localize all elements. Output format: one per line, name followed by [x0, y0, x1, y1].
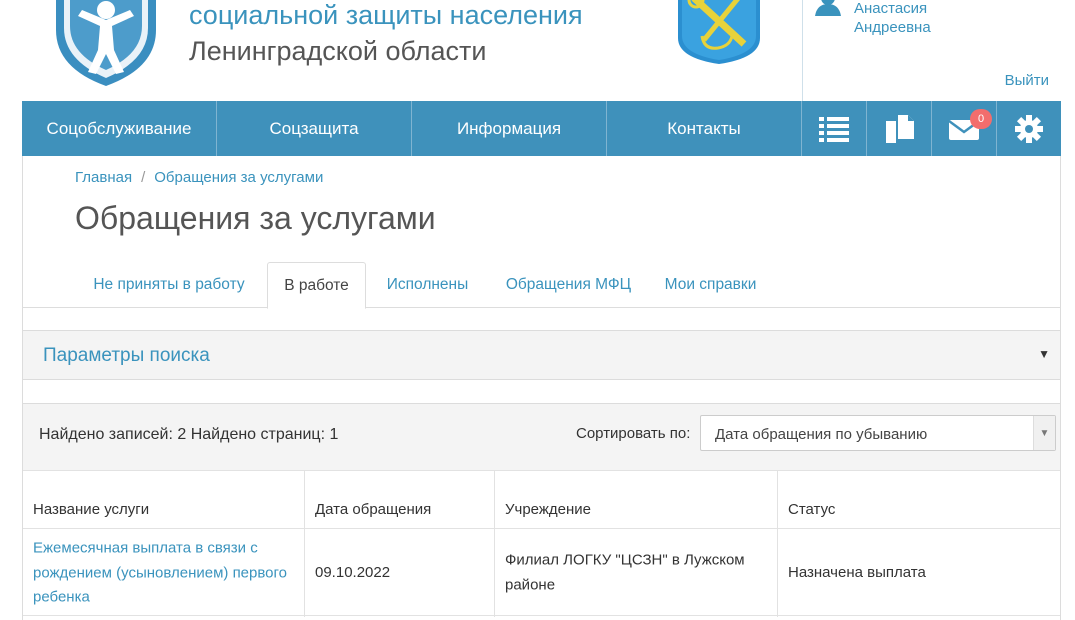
column-header-service: Название услуги: [23, 471, 305, 528]
service-link[interactable]: Ежемесячная выплата в связи с рождением …: [33, 536, 294, 610]
user-middle-name: Андреевна: [854, 19, 931, 36]
breadcrumb-separator: /: [141, 169, 146, 186]
sort-select-value: Дата обращения по убыванию: [715, 426, 928, 443]
page-title: Обращения за услугами: [75, 200, 436, 236]
user-box: Анастасия Андреевна Выйти: [802, 0, 1061, 101]
logout-link[interactable]: Выйти: [1005, 72, 1049, 89]
org-title-line1: социальной защиты населения: [189, 0, 583, 30]
table-cell-service: Ежемесячная выплата в связи с рождением …: [23, 529, 305, 617]
caret-down-icon: ▼: [1038, 347, 1050, 361]
list-icon-glyph: [819, 116, 849, 142]
nav-item-information[interactable]: Информация: [412, 101, 607, 156]
nav-item-contacts[interactable]: Контакты: [607, 101, 802, 156]
tab-my-certificates[interactable]: Мои справки: [653, 262, 768, 308]
tab-mfc-requests[interactable]: Обращения МФЦ: [490, 262, 647, 308]
request-date: 09.10.2022: [315, 563, 391, 581]
found-count: Найдено записей: 2 Найдено страниц: 1: [39, 426, 339, 443]
column-header-service-label: Название услуги: [33, 501, 150, 518]
main-nav: Соцобслуживание Соцзащита Информация Кон…: [22, 101, 1061, 156]
documents-icon[interactable]: [867, 101, 932, 156]
gear-icon[interactable]: [997, 101, 1061, 156]
list-icon[interactable]: [802, 101, 867, 156]
breadcrumb-current[interactable]: Обращения за услугами: [154, 169, 323, 186]
user-first-name: Анастасия: [854, 0, 928, 17]
tab-in-progress[interactable]: В работе: [267, 262, 366, 309]
column-header-date-label: Дата обращения: [315, 501, 432, 518]
sort-label: Сортировать по:: [576, 425, 691, 442]
column-header-status: Статус: [778, 471, 1060, 528]
ministry-logo: [56, 0, 156, 86]
table-row: Ежемесячная выплата в связи с рождением …: [23, 528, 1060, 617]
tabs-bar: Не приняты в работу В работе Исполнены О…: [22, 262, 1061, 309]
results-panel: Найдено записей: 2 Найдено страниц: 1 Со…: [22, 403, 1061, 620]
tab-completed[interactable]: Исполнены: [371, 262, 484, 308]
status-text: Назначена выплата: [788, 563, 926, 581]
column-header-date: Дата обращения: [305, 471, 495, 528]
gear-icon-glyph: [1015, 114, 1043, 143]
chevron-down-icon: ▼: [1033, 416, 1055, 450]
user-icon: [815, 0, 841, 16]
table-cell-date: 09.10.2022: [305, 529, 495, 617]
breadcrumb: Главная / Обращения за услугами: [75, 169, 323, 186]
org-title-line2: Ленинградской области: [189, 36, 487, 66]
nav-item-social-protection[interactable]: Соцзащита: [217, 101, 412, 156]
column-header-institution-label: Учреждение: [505, 501, 591, 518]
search-parameters-toggle[interactable]: Параметры поиска ▼: [22, 330, 1061, 380]
column-header-status-label: Статус: [788, 501, 836, 518]
table-cell-status: Назначена выплата: [778, 529, 1060, 617]
site-header: социальной защиты населения Ленинградско…: [22, 0, 1061, 101]
column-header-institution: Учреждение: [495, 471, 778, 528]
sort-select[interactable]: Дата обращения по убыванию ▼: [700, 415, 1056, 451]
mail-count-badge: 0: [970, 109, 992, 129]
tab-not-accepted[interactable]: Не приняты в работу: [76, 262, 262, 308]
table-cell-institution: Филиал ЛОГКУ "ЦСЗН" в Лужском районе: [495, 529, 778, 617]
documents-icon-glyph: [886, 114, 914, 143]
results-header: Найдено записей: 2 Найдено страниц: 1 Со…: [23, 404, 1060, 471]
coat-of-arms: [678, 0, 760, 64]
mail-icon[interactable]: 0: [932, 101, 997, 156]
nav-item-social-service[interactable]: Соцобслуживание: [22, 101, 217, 156]
search-parameters-title: Параметры поиска: [43, 345, 210, 366]
breadcrumb-home[interactable]: Главная: [75, 169, 132, 186]
institution-name: Филиал ЛОГКУ "ЦСЗН" в Лужском районе: [505, 551, 745, 594]
